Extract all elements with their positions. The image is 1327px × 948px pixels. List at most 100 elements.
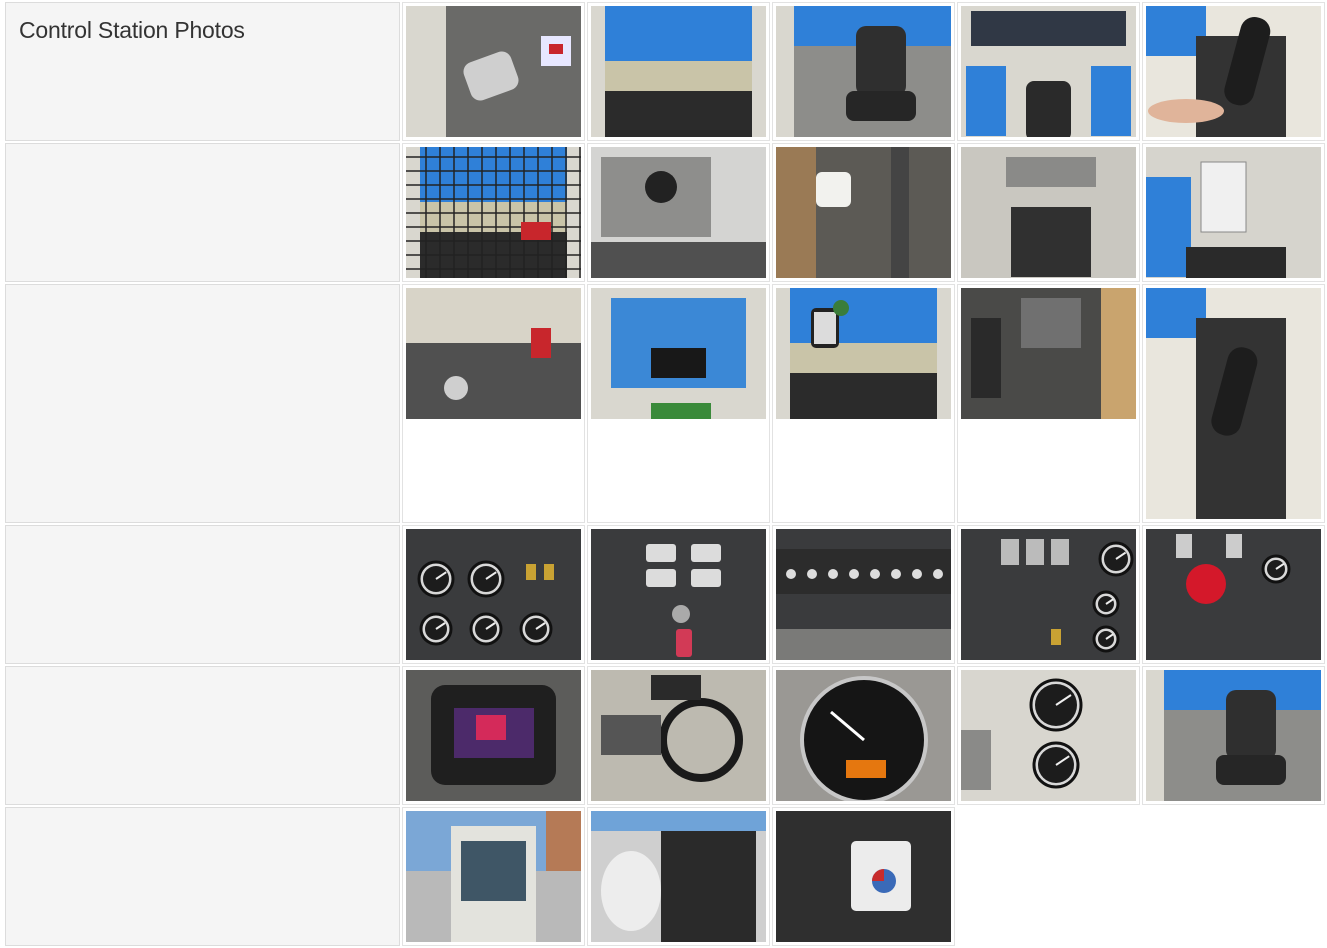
photo-thumbnail-switches[interactable] (591, 529, 766, 660)
photo-row (5, 525, 1325, 664)
photo-image (406, 670, 581, 801)
photo-cell (772, 2, 955, 141)
photo-thumbnail-wheel[interactable] (591, 670, 766, 801)
photo-thumbnail-decal[interactable] (776, 529, 951, 660)
photo-thumbnail-estop[interactable] (1146, 529, 1321, 660)
photo-cell (402, 2, 585, 141)
photo-cell (957, 525, 1140, 664)
photo-cell (587, 807, 770, 946)
photo-image (776, 6, 951, 137)
photo-thumbnail-tach[interactable] (776, 670, 951, 801)
photo-thumbnail-twogauges[interactable] (961, 670, 1136, 801)
empty-cell (957, 807, 1140, 946)
photo-thumbnail-joystick2[interactable] (1146, 288, 1321, 519)
photo-cell (1142, 143, 1325, 282)
photo-thumbnail-console[interactable] (961, 147, 1136, 278)
photo-cell (1142, 284, 1325, 523)
row-label-cell (5, 807, 400, 946)
photo-cell (772, 284, 955, 523)
photo-row (5, 284, 1325, 523)
photo-cell (402, 666, 585, 805)
photo-image (1146, 6, 1321, 137)
row-label-cell (5, 666, 400, 805)
photo-thumbnail-vent[interactable] (591, 147, 766, 278)
photo-image (961, 529, 1136, 660)
empty-cell (1142, 807, 1325, 946)
photo-cell (1142, 525, 1325, 664)
photo-thumbnail-display[interactable] (406, 670, 581, 801)
photo-thumbnail-seat[interactable] (776, 6, 951, 137)
photo-image (406, 6, 581, 137)
photo-cell (587, 666, 770, 805)
photo-image (1146, 529, 1321, 660)
photo-row (5, 807, 1325, 946)
photo-thumbnail-window[interactable] (591, 6, 766, 137)
row-label-cell: Control Station Photos (5, 2, 400, 141)
photo-image (406, 288, 581, 419)
photo-image (776, 147, 951, 278)
photo-thumbnail-guard[interactable] (406, 147, 581, 278)
photo-cell (957, 666, 1140, 805)
photo-image (776, 670, 951, 801)
photo-image (591, 670, 766, 801)
photo-cell (402, 807, 585, 946)
photo-cell (957, 2, 1140, 141)
row-label-cell (5, 143, 400, 282)
photo-thumbnail-box[interactable] (776, 811, 951, 942)
photo-thumbnail-winch[interactable] (591, 811, 766, 942)
photo-thumbnail-joystick[interactable] (1146, 6, 1321, 137)
photo-thumbnail-pedals[interactable] (961, 288, 1136, 419)
photo-image (591, 6, 766, 137)
photo-image (776, 288, 951, 419)
photo-image (961, 147, 1136, 278)
photo-image (406, 811, 581, 942)
photo-thumbnail-exterior[interactable] (406, 811, 581, 942)
photo-row (5, 143, 1325, 282)
photo-image (1146, 147, 1321, 278)
photo-image (591, 529, 766, 660)
photo-thumbnail-floor[interactable] (406, 6, 581, 137)
row-label-cell (5, 284, 400, 523)
photo-image (776, 811, 951, 942)
photo-image (406, 529, 581, 660)
photo-cell (402, 284, 585, 523)
photo-cell (1142, 666, 1325, 805)
photo-cell (772, 666, 955, 805)
photo-image (591, 288, 766, 419)
photo-image (961, 288, 1136, 419)
photo-thumbnail-seat2[interactable] (1146, 670, 1321, 801)
photo-cell (587, 143, 770, 282)
photo-image (406, 147, 581, 278)
photo-cell (402, 143, 585, 282)
photo-cell (402, 525, 585, 664)
photo-image (961, 670, 1136, 801)
photo-thumbnail-panel2[interactable] (961, 529, 1136, 660)
photo-cell (772, 807, 955, 946)
photo-cell (587, 284, 770, 523)
photo-thumbnail-reservoir[interactable] (776, 147, 951, 278)
photo-image (961, 6, 1136, 137)
photo-thumbnail-chart[interactable] (1146, 147, 1321, 278)
photo-cell (772, 525, 955, 664)
photo-cell (1142, 2, 1325, 141)
photo-image (1146, 670, 1321, 801)
photo-row (5, 666, 1325, 805)
photo-image (1146, 288, 1321, 519)
photo-cell (772, 143, 955, 282)
row-label-cell (5, 525, 400, 664)
photo-image (776, 529, 951, 660)
photo-thumbnail-skylight[interactable] (591, 288, 766, 419)
photo-thumbnail-gauges[interactable] (406, 529, 581, 660)
photo-cell (587, 2, 770, 141)
photo-thumbnail-rear[interactable] (961, 6, 1136, 137)
photo-row: Control Station Photos (5, 2, 1325, 141)
photo-cell (957, 284, 1140, 523)
photo-cell (957, 143, 1140, 282)
photo-cell (587, 525, 770, 664)
photo-table: Control Station Photos (3, 0, 1327, 948)
photo-thumbnail-dash[interactable] (406, 288, 581, 419)
photo-image (591, 147, 766, 278)
photo-image (591, 811, 766, 942)
section-title: Control Station Photos (19, 17, 245, 43)
photo-thumbnail-mirror[interactable] (776, 288, 951, 419)
